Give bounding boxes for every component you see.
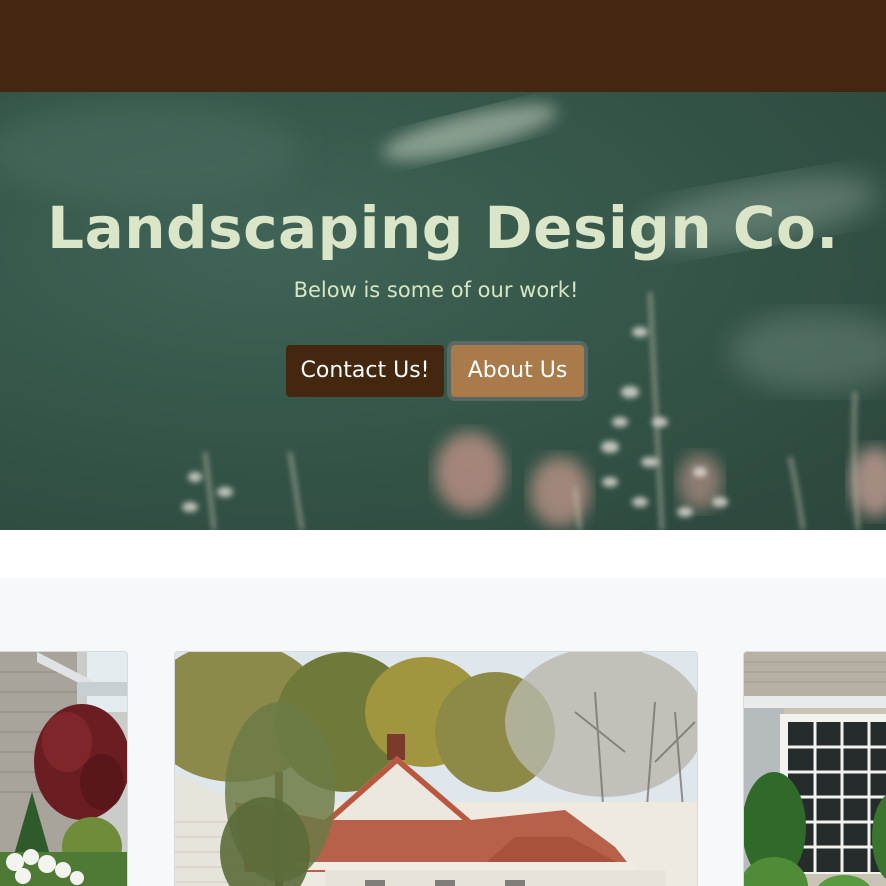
about-us-button[interactable]: About Us [447,341,588,401]
page-title: Landscaping Design Co. [47,194,839,262]
contact-us-button[interactable]: Contact Us! [286,345,444,397]
garden-photo-white-house [175,652,697,886]
top-navbar [0,0,886,92]
hero-background-image [0,102,886,530]
gallery-card[interactable] [174,651,698,886]
garden-photo-window-house [744,652,886,886]
gallery-card[interactable] [0,651,128,886]
hero-section: Landscaping Design Co. Below is some of … [0,92,886,530]
garden-photo-brick-house [0,652,127,886]
hero-subtitle: Below is some of our work! [293,278,579,302]
work-gallery [0,578,886,886]
gallery-card[interactable] [743,651,886,886]
